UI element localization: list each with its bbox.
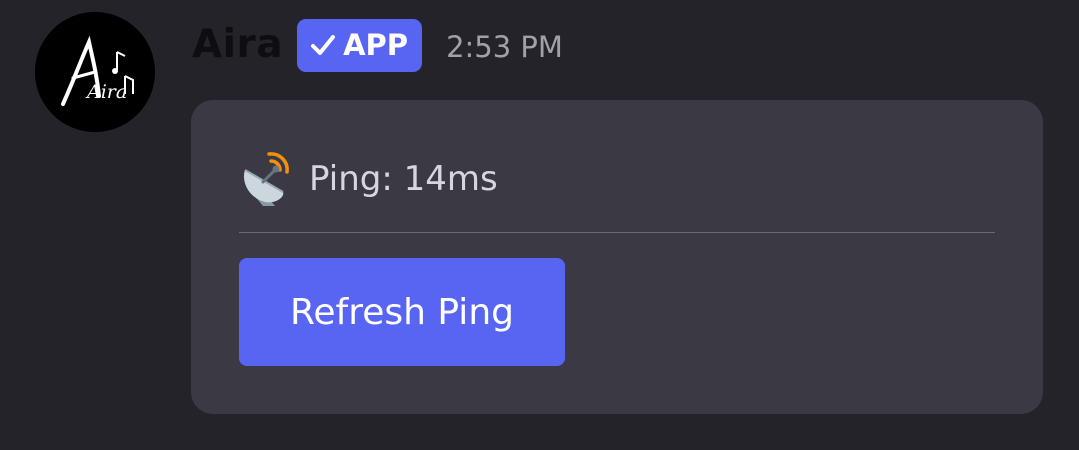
timestamp[interactable]: 2:53 PM <box>446 15 563 75</box>
avatar[interactable]: Aira <box>35 12 155 132</box>
check-icon <box>311 34 336 56</box>
avatar-text: Aira <box>85 81 127 103</box>
message-header: Aira APP 2:53 PM <box>192 17 563 73</box>
ping-line: Ping: 14ms <box>239 148 498 210</box>
embed-card: Ping: 14ms Refresh Ping <box>191 100 1043 414</box>
author-name[interactable]: Aira <box>192 17 283 73</box>
app-badge-label: APP <box>343 28 409 62</box>
refresh-ping-button[interactable]: Refresh Ping <box>239 258 565 366</box>
aira-logo: Aira <box>35 12 155 132</box>
app-badge: APP <box>297 18 423 72</box>
separator <box>239 232 995 233</box>
ping-text: Ping: 14ms <box>309 159 498 199</box>
satellite-dish-icon <box>243 152 289 206</box>
